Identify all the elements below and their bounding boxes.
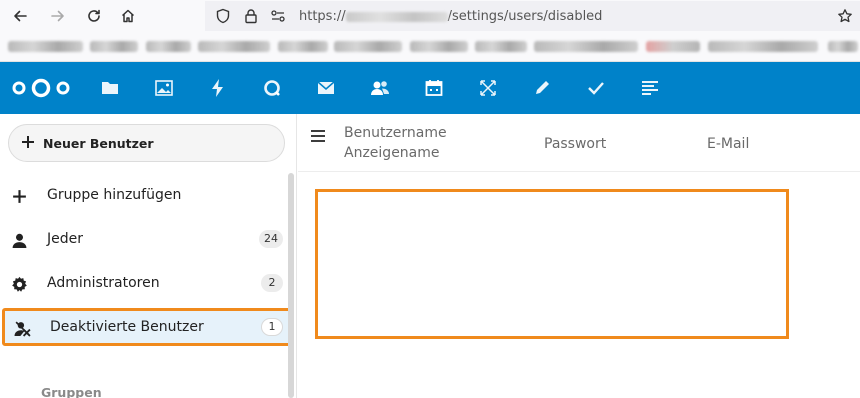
count-badge: 1 [261,318,283,336]
bookmarks-bar [0,32,860,62]
user-icon [10,231,28,249]
nav-item-label: Administratoren [47,275,160,291]
plus-icon [22,136,34,148]
url-host-redacted [345,11,448,22]
disabled-user-icon [13,319,31,337]
bookmark-item[interactable] [278,41,328,52]
contacts-icon[interactable] [370,78,390,98]
more-apps-icon[interactable] [640,78,660,98]
calendar-icon[interactable] [424,78,444,98]
sidebar-scrollbar[interactable] [288,173,294,398]
count-badge: 24 [259,230,283,248]
new-user-button[interactable]: Neuer Benutzer [8,124,285,162]
photos-icon[interactable] [154,78,174,98]
new-user-label: Neuer Benutzer [43,136,154,151]
home-icon[interactable] [118,6,138,26]
talk-icon[interactable] [262,78,282,98]
sidebar-item-disabled-users[interactable]: Deaktivierte Benutzer 1 [2,308,291,346]
url-text: https:// /settings/users/disabled [299,9,602,24]
column-username[interactable]: Benutzername [344,125,447,141]
bookmark-item[interactable] [708,41,818,52]
address-bar[interactable]: https:// /settings/users/disabled [205,1,860,31]
browser-toolbar: https:// /settings/users/disabled [0,0,860,32]
bookmark-item[interactable] [534,41,638,52]
bookmark-star-icon[interactable] [835,6,855,26]
url-prefix: https:// [299,9,346,24]
nav-item-label: Deaktivierte Benutzer [50,319,204,335]
app-header [0,62,860,114]
nav-item-label: Jeder [47,231,83,247]
bookmark-item[interactable] [410,41,468,52]
bookmark-item[interactable] [146,41,191,52]
shield-icon[interactable] [213,6,233,26]
sidebar-item-everyone[interactable]: Jeder 24 [0,220,289,258]
bookmark-item[interactable] [8,41,83,52]
nav-item-label: Gruppe hinzufügen [47,187,182,203]
user-table-header: Benutzername Anzeigename Passwort E-Mail [298,114,860,172]
lock-icon[interactable] [241,6,261,26]
plus-icon [10,187,28,205]
back-icon[interactable] [10,6,30,26]
tasks-icon[interactable] [586,78,606,98]
add-group-item[interactable]: Gruppe hinzufügen [0,176,289,214]
bookmark-item[interactable] [334,41,402,52]
menu-icon[interactable] [311,130,325,142]
count-badge: 2 [261,274,283,292]
groups-section-label: Gruppen [41,385,102,398]
bookmark-item[interactable] [828,41,858,52]
gear-icon [10,275,28,293]
files-icon[interactable] [100,78,120,98]
permissions-icon[interactable] [268,6,288,26]
activity-icon[interactable] [208,78,228,98]
bookmark-item[interactable] [646,41,700,52]
nextcloud-logo-icon[interactable] [11,78,71,98]
app-navigation: Neuer Benutzer Gruppe hinzufügen Jeder 2… [0,114,297,398]
empty-user-list-highlight [315,189,789,339]
bookmark-item[interactable] [90,41,138,52]
column-password: Passwort [544,136,607,152]
url-path: /settings/users/disabled [447,9,603,24]
forward-icon[interactable] [48,6,68,26]
sidebar-item-admins[interactable]: Administratoren 2 [0,264,289,302]
bookmark-item[interactable] [475,41,527,52]
mail-icon[interactable] [316,78,336,98]
column-displayname[interactable]: Anzeigename [344,145,440,161]
bookmark-item[interactable] [198,41,270,52]
reload-icon[interactable] [84,6,104,26]
deck-icon[interactable] [478,78,498,98]
notes-icon[interactable] [532,78,552,98]
column-email: E-Mail [707,136,750,152]
user-list: Benutzername Anzeigename Passwort E-Mail [298,114,860,398]
